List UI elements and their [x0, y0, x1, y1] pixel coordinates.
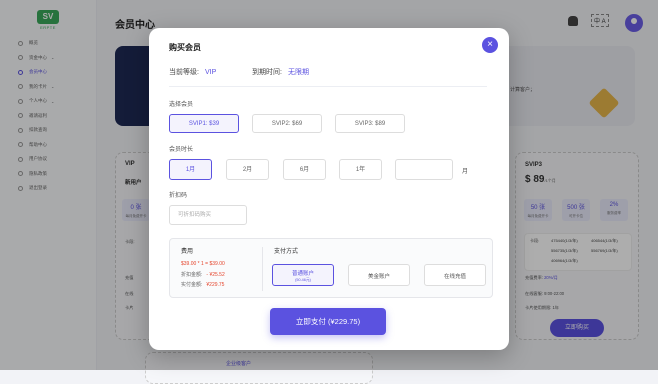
fee-title: 费用 [181, 249, 194, 255]
discount-value: - ¥25.52 [206, 272, 225, 278]
current-level-label: 当前等级: [169, 69, 199, 76]
expire-value: 无限期 [287, 69, 309, 76]
select-member-label: 选择会员 [169, 102, 194, 108]
month-unit: 月 [462, 169, 469, 175]
duration-label: 会员时长 [169, 147, 194, 153]
coupon-input[interactable]: 可折扣码购买 [169, 205, 247, 225]
current-level: 当前等级: VIP [169, 67, 216, 77]
duration-option[interactable]: 1月 [169, 159, 212, 180]
fee-payment-box: 费用 $39.00 * 1 = $39.00 折扣金额: - ¥25.52 实付金… [169, 238, 493, 298]
payment-option-balance: (50.46元) [295, 278, 311, 282]
discount-label: 折扣金额: [181, 272, 203, 278]
payment-option[interactable]: 美金账户 [348, 264, 410, 286]
purchase-member-modal: 购买会员 × 当前等级: VIP 到期时间: 无限期 选择会员 SVIP1: $39… [149, 28, 509, 350]
divider [169, 86, 487, 87]
payment-option-label: 普通账户 [291, 271, 314, 277]
member-option[interactable]: SVIP1: $39 [169, 114, 239, 133]
member-option[interactable]: SVIP3: $89 [335, 114, 405, 133]
paid-label: 实付金额: [181, 282, 203, 288]
payment-option-label: 美金账户 [367, 274, 390, 280]
current-level-value: VIP [204, 69, 217, 76]
fee-formula: $39.00 * 1 = $39.00 [181, 261, 225, 267]
payment-option[interactable]: 普通账户 (50.46元) [272, 264, 334, 286]
expire-time: 到期时间: 无限期 [252, 67, 309, 77]
expire-label: 到期时间: [252, 69, 282, 76]
paid-value: ¥229.75 [206, 282, 225, 288]
divider [262, 247, 263, 291]
duration-option[interactable]: 6月 [283, 159, 326, 180]
pay-now-button[interactable]: 立即支付 (¥229.75) [270, 308, 386, 335]
discount-amount: 折扣金额: - ¥25.52 [181, 271, 225, 278]
duration-option[interactable]: 1年 [339, 159, 382, 180]
modal-title: 购买会员 [169, 43, 201, 52]
payment-method-title: 支付方式 [274, 249, 299, 255]
paid-amount: 实付金额: ¥229.75 [181, 281, 224, 288]
payment-option-label: 在线充值 [443, 274, 466, 280]
payment-option[interactable]: 在线充值 [424, 264, 486, 286]
custom-months-input[interactable] [395, 159, 453, 180]
duration-option[interactable]: 2月 [226, 159, 269, 180]
coupon-label: 折扣码 [169, 193, 188, 199]
close-icon[interactable]: × [482, 37, 498, 53]
member-option[interactable]: SVIP2: $69 [252, 114, 322, 133]
